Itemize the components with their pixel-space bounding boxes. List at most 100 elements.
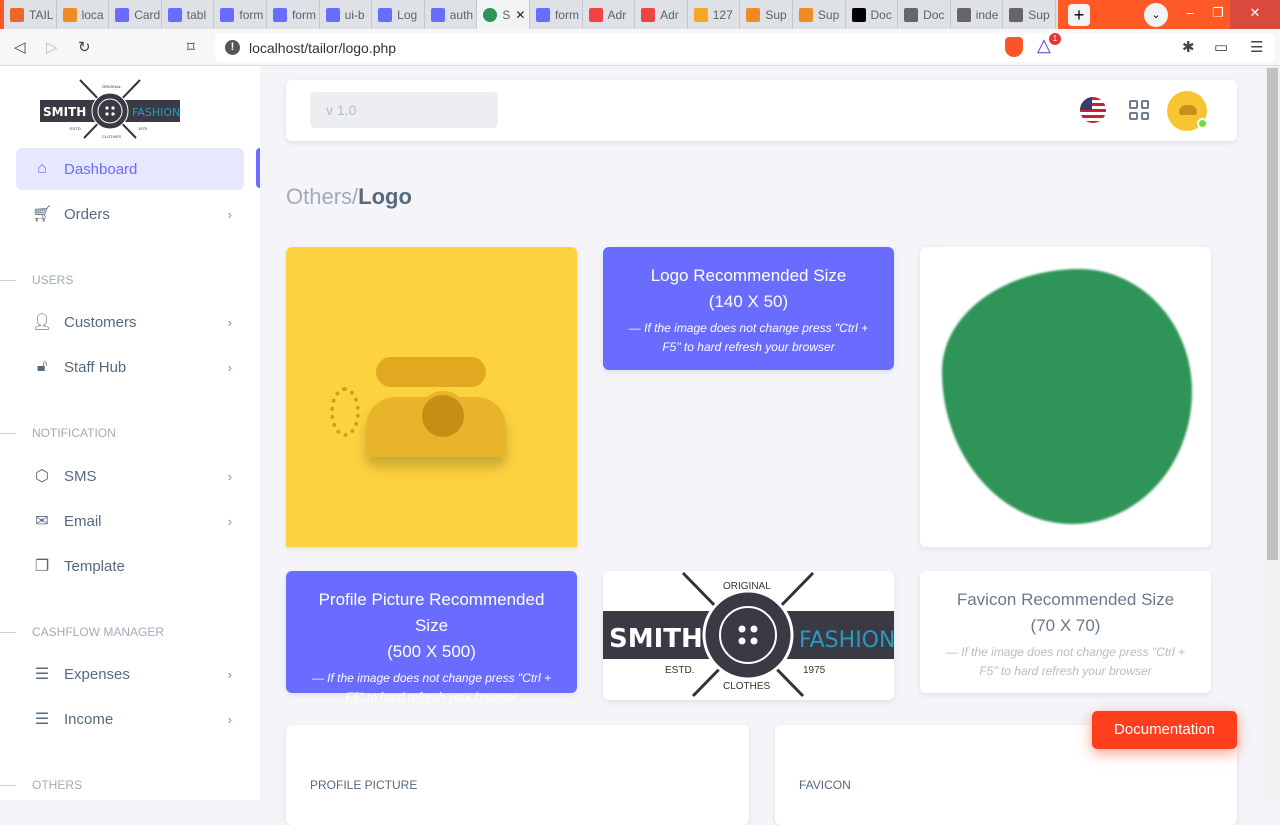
sidebar-item-income[interactable]: ☰ Income › — [16, 698, 244, 740]
close-tab-icon[interactable]: ✕ — [515, 8, 525, 22]
forward-icon[interactable]: ▷ — [46, 38, 58, 56]
tab-favicon-icon — [904, 7, 919, 22]
chevron-right-icon: › — [227, 468, 232, 484]
browser-tab[interactable]: TAIL — [4, 0, 57, 29]
menu-icon[interactable]: ☰ — [1250, 38, 1263, 56]
browser-tab[interactable]: Sup — [740, 0, 793, 29]
browser-tab[interactable]: ui-b — [320, 0, 373, 29]
tab-favicon-icon — [325, 7, 340, 22]
browser-tab[interactable]: Adr — [583, 0, 636, 29]
tab-favicon-icon — [798, 7, 813, 22]
browser-tab[interactable]: auth — [425, 0, 478, 29]
url-text: localhost/tailor/logo.php — [249, 40, 397, 56]
sidebar-item-dashboard[interactable]: ⌂ Dashboard — [16, 148, 244, 190]
cart-icon: 🛒︎ — [32, 206, 53, 223]
browser-tab[interactable]: Doc — [898, 0, 951, 29]
maximize-button[interactable]: ❐ — [1203, 0, 1233, 29]
sidebar-item-staff-hub[interactable]: 🔓︎ Staff Hub › — [16, 346, 244, 388]
address-bar[interactable]: ! localhost/tailor/logo.php △ 1 — [215, 33, 1275, 62]
browser-tab[interactable]: Doc — [846, 0, 899, 29]
sidebar-section-header: NOTIFICATION — [0, 426, 116, 440]
wallet-icon[interactable]: ▭ — [1214, 38, 1228, 56]
brave-shield-icon[interactable] — [1005, 37, 1023, 57]
profile-picture-label: PROFILE PICTURE — [310, 778, 418, 792]
browser-tab[interactable]: inde — [951, 0, 1004, 29]
site-info-icon[interactable]: ! — [225, 40, 240, 55]
sidebar-item-label: Income — [64, 710, 114, 728]
minimize-button[interactable]: – — [1175, 0, 1205, 29]
tab-label: Card — [134, 7, 161, 22]
svg-text:CLOTHES: CLOTHES — [102, 134, 121, 139]
svg-text:ORIGINAL: ORIGINAL — [723, 581, 771, 592]
browser-tab[interactable]: Sup — [793, 0, 846, 29]
sidebar-item-label: SMS — [64, 467, 97, 485]
user-avatar[interactable] — [1167, 91, 1208, 131]
sidebar-item-template[interactable]: ❐ Template — [16, 545, 244, 587]
tab-label: tabl — [186, 7, 207, 22]
us-flag-icon[interactable] — [1080, 97, 1106, 123]
browser-tab[interactable]: Adr — [635, 0, 688, 29]
logo-preview: SMITH FASHION ORIGINAL CLOTHES ESTD. 197… — [603, 571, 894, 700]
tab-favicon-icon — [535, 7, 550, 22]
tab-favicon-icon — [115, 7, 130, 22]
tab-label: form — [239, 7, 264, 22]
tab-favicon-icon — [378, 7, 393, 22]
sidebar-item-orders[interactable]: 🛒︎ Orders › — [16, 193, 244, 235]
tab-search-button[interactable]: ⌄ — [1144, 3, 1168, 27]
tab-label: Adr — [607, 7, 627, 22]
svg-text:SMITH: SMITH — [43, 105, 86, 119]
chevron-right-icon: › — [227, 666, 232, 682]
tab-favicon-icon — [272, 7, 287, 22]
tab-label: form — [291, 7, 316, 22]
sidebar-item-label: Email — [64, 512, 102, 530]
browser-toolbar: ◁ ▷ ↻ ⌑ ! localhost/tailor/logo.php △ 1 … — [0, 29, 1280, 66]
sidebar-item-email[interactable]: ✉ Email › — [16, 500, 244, 542]
tab-favicon-icon — [430, 7, 445, 22]
tab-label: TAIL — [29, 7, 54, 22]
browser-tab[interactable]: Log — [372, 0, 425, 29]
browser-tab[interactable]: 127 — [688, 0, 741, 29]
sidebar-item-label: Customers — [64, 313, 137, 331]
browser-tab[interactable]: Sup — [1003, 0, 1056, 29]
browser-tab[interactable]: S ✕ — [477, 0, 530, 29]
reload-icon[interactable]: ↻ — [78, 38, 91, 56]
browser-tab[interactable]: form — [530, 0, 583, 29]
svg-text:SMITH: SMITH — [609, 624, 703, 654]
svg-text:ESTD.: ESTD. — [70, 126, 82, 131]
favicon-refresh-note: — If the image does not change press "Ct… — [945, 645, 1186, 678]
close-window-button[interactable]: ✕ — [1230, 0, 1280, 29]
sidebar-item-customers[interactable]: 👤︎ Customers › — [16, 301, 244, 343]
browser-tab[interactable]: tabl — [162, 0, 215, 29]
sidebar-item-expenses[interactable]: ☰ Expenses › — [16, 653, 244, 695]
favicon-blob-image — [942, 269, 1192, 524]
tab-favicon-icon — [483, 7, 498, 22]
scrollbar-thumb[interactable] — [1267, 68, 1278, 560]
profile-refresh-note: — If the image does not change press "Ct… — [311, 671, 552, 704]
browser-tab[interactable]: Card — [109, 0, 162, 29]
sidebar-item-label: Expenses — [64, 665, 130, 683]
chevron-right-icon: › — [227, 513, 232, 529]
extensions-icon[interactable]: ✱ — [1182, 38, 1195, 56]
logo-size-info-card: Logo Recommended Size (140 X 50) — If th… — [603, 247, 894, 370]
section-label: NOTIFICATION — [32, 426, 116, 440]
page-scrollbar[interactable] — [1265, 66, 1280, 800]
copy-icon: ❐ — [34, 558, 50, 575]
browser-tab[interactable]: form — [214, 0, 267, 29]
tab-label: Sup — [1028, 7, 1050, 22]
profile-size-value: (500 X 500) — [387, 642, 476, 661]
back-icon[interactable]: ◁ — [14, 38, 26, 56]
bookmark-icon[interactable]: ⌑ — [187, 38, 195, 56]
sidebar-item-sms[interactable]: ⬡ SMS › — [16, 455, 244, 497]
documentation-button[interactable]: Documentation — [1092, 711, 1237, 749]
new-tab-button[interactable]: + — [1068, 4, 1090, 26]
sidebar-item-label: Staff Hub — [64, 358, 127, 376]
smith-fashion-logo[interactable]: SMITH FASHION ORIGINAL CLOTHES ESTD. 197… — [40, 78, 180, 140]
sidebar-item-label: Dashboard — [64, 160, 138, 178]
sidebar-section-header: USERS — [0, 273, 73, 287]
apps-grid-icon[interactable] — [1129, 100, 1149, 120]
browser-tab[interactable]: loca — [57, 0, 110, 29]
browser-tab-bar: TAIL loca Card tabl form form ui-b Log auth S ✕ for… — [0, 0, 1280, 29]
favicon-size-info-card: Favicon Recommended Size (70 X 70) — If … — [920, 571, 1211, 693]
browser-tab[interactable]: form — [267, 0, 320, 29]
svg-text:CLOTHES: CLOTHES — [723, 681, 771, 692]
